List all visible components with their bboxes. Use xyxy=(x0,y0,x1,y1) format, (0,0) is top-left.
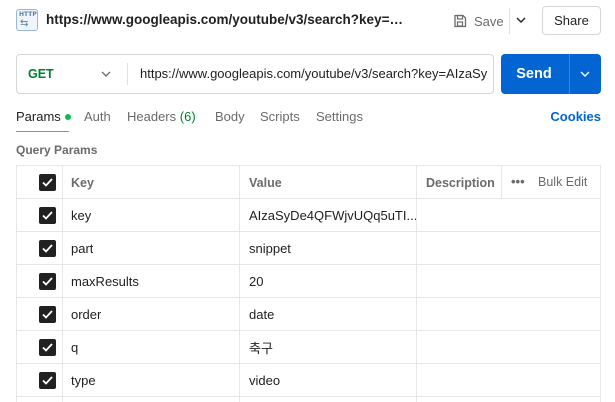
param-value[interactable]: 축구 xyxy=(249,331,273,364)
checkmark-icon xyxy=(42,244,53,253)
active-dot-icon xyxy=(64,113,71,120)
row-checkbox[interactable] xyxy=(39,306,56,323)
tab-scripts[interactable]: Scripts xyxy=(260,109,300,124)
checkmark-icon xyxy=(42,376,53,385)
row-checkbox[interactable] xyxy=(39,339,56,356)
tab-headers[interactable]: Headers (6) xyxy=(127,109,196,124)
tab-settings[interactable]: Settings xyxy=(316,109,363,124)
method-label: GET xyxy=(28,67,54,81)
column-divider xyxy=(239,166,240,402)
column-divider xyxy=(62,166,63,402)
chevron-down-icon[interactable] xyxy=(99,67,113,81)
column-header-description: Description xyxy=(426,175,495,190)
tab-label: Body xyxy=(215,109,245,124)
table-row: key AIzaSyDe4QFWjvUQq5uTI... xyxy=(17,199,600,232)
send-label: Send xyxy=(516,66,552,82)
table-header-row: Key Value Description ••• Bulk Edit xyxy=(17,166,600,199)
save-label: Save xyxy=(474,13,504,29)
save-button[interactable]: Save xyxy=(452,9,504,33)
http-request-icon: HTTP ⇆ xyxy=(16,9,38,31)
section-title: Query Params xyxy=(16,143,98,157)
table-row: q 축구 xyxy=(17,331,600,364)
tab-label: Auth xyxy=(84,109,111,124)
param-key[interactable]: maxResults xyxy=(71,265,139,298)
bulk-edit-button[interactable]: Bulk Edit xyxy=(538,175,587,189)
url-input[interactable]: https://www.googleapis.com/youtube/v3/se… xyxy=(140,66,488,81)
divider xyxy=(509,8,510,34)
column-divider xyxy=(501,166,502,199)
param-key[interactable]: order xyxy=(71,298,101,331)
checkmark-icon xyxy=(42,211,53,220)
row-checkbox[interactable] xyxy=(39,240,56,257)
table-row: part snippet xyxy=(17,232,600,265)
params-table: Key Value Description ••• Bulk Edit key … xyxy=(16,165,601,402)
tab-params[interactable]: Params xyxy=(16,109,71,124)
divider xyxy=(127,63,128,85)
column-header-value: Value xyxy=(249,175,282,190)
param-value[interactable]: snippet xyxy=(249,232,291,265)
param-key[interactable]: key xyxy=(71,199,91,232)
request-title[interactable]: https://www.googleapis.com/youtube/v3/se… xyxy=(46,12,412,27)
tab-label: Settings xyxy=(316,109,363,124)
param-key[interactable]: type xyxy=(71,364,96,397)
row-checkbox[interactable] xyxy=(39,207,56,224)
column-header-key: Key xyxy=(71,175,94,190)
request-tabs: Params Auth Headers (6) Body Scripts Set… xyxy=(16,107,601,133)
request-bar: GET https://www.googleapis.com/youtube/v… xyxy=(16,54,494,94)
param-value[interactable]: AIzaSyDe4QFWjvUQq5uTI... xyxy=(249,199,419,232)
row-checkbox[interactable] xyxy=(39,372,56,389)
checkmark-icon xyxy=(42,310,53,319)
title-bar: HTTP ⇆ https://www.googleapis.com/youtub… xyxy=(0,0,615,42)
param-key[interactable]: part xyxy=(71,232,93,265)
param-value[interactable]: date xyxy=(249,298,274,331)
param-value[interactable]: video xyxy=(249,364,280,397)
row-checkbox[interactable] xyxy=(39,273,56,290)
share-button[interactable]: Share xyxy=(542,6,601,35)
table-row: order date xyxy=(17,298,600,331)
tab-label: Headers xyxy=(127,109,177,124)
chevron-down-icon[interactable] xyxy=(578,67,592,81)
chevron-down-icon[interactable] xyxy=(513,12,529,28)
active-tab-indicator xyxy=(16,131,69,132)
checkmark-icon xyxy=(42,178,53,187)
tab-label: Params xyxy=(16,109,61,124)
column-divider xyxy=(416,166,417,402)
table-row: maxResults 20 xyxy=(17,265,600,298)
cookies-link[interactable]: Cookies xyxy=(550,109,601,124)
param-value[interactable]: 20 xyxy=(249,265,263,298)
checkmark-icon xyxy=(42,343,53,352)
send-button[interactable]: Send xyxy=(501,54,601,94)
param-key[interactable]: q xyxy=(71,331,78,364)
more-options-icon[interactable]: ••• xyxy=(511,174,525,189)
tab-body[interactable]: Body xyxy=(215,109,245,124)
checkmark-icon xyxy=(42,277,53,286)
divider xyxy=(569,54,570,94)
tab-label: Scripts xyxy=(260,109,300,124)
headers-count: (6) xyxy=(179,109,196,124)
save-icon xyxy=(454,14,467,28)
select-all-checkbox[interactable] xyxy=(39,174,56,191)
tab-auth[interactable]: Auth xyxy=(84,109,111,124)
table-row: type video xyxy=(17,364,600,397)
